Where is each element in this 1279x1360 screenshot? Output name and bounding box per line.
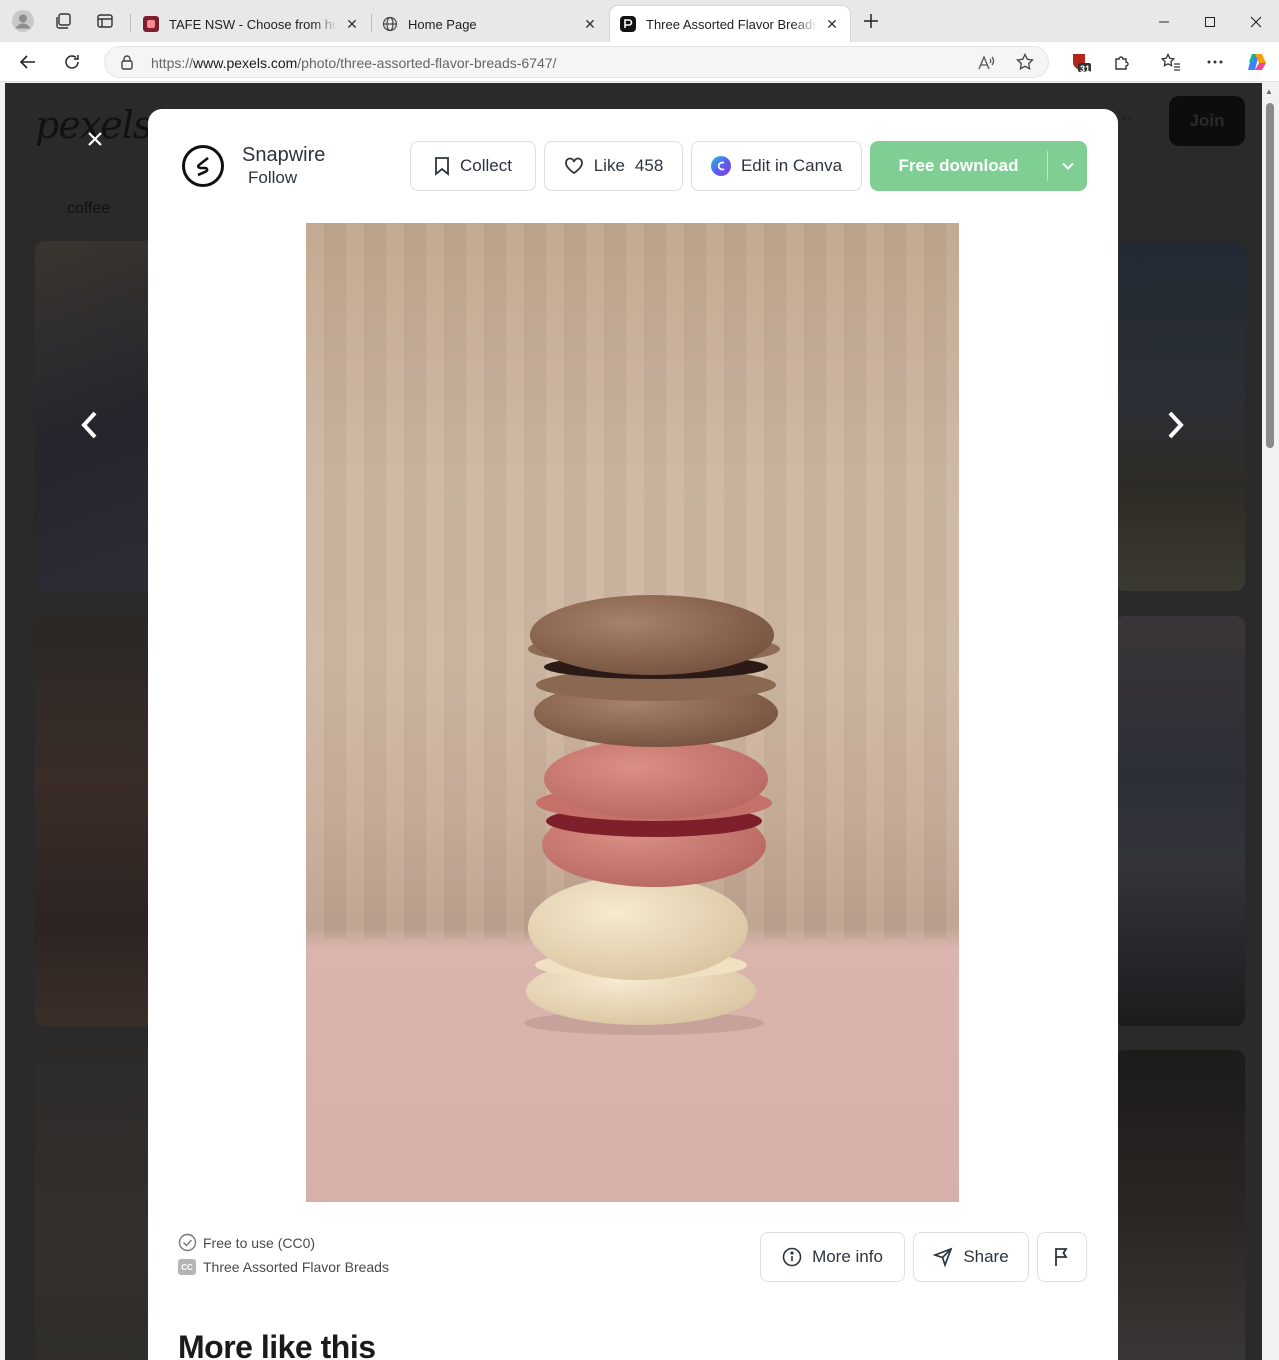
bookmark-icon bbox=[434, 156, 450, 176]
lock-icon[interactable] bbox=[120, 54, 134, 75]
globe-icon bbox=[382, 16, 398, 32]
check-circle-icon bbox=[178, 1233, 197, 1252]
background-photo-card[interactable] bbox=[35, 616, 155, 1026]
background-photo-card[interactable] bbox=[1115, 1050, 1245, 1360]
tab-tafe-nsw[interactable]: TAFE NSW - Choose from hundreds of cours… bbox=[133, 6, 370, 42]
heart-icon bbox=[564, 157, 584, 175]
info-icon bbox=[782, 1247, 802, 1267]
report-button[interactable] bbox=[1037, 1232, 1087, 1282]
more-options-icon[interactable] bbox=[1201, 48, 1229, 76]
workspaces-icon[interactable] bbox=[52, 10, 74, 32]
profile-avatar-icon[interactable] bbox=[12, 10, 34, 32]
share-label: Share bbox=[963, 1247, 1009, 1266]
tafe-favicon-icon bbox=[143, 16, 159, 32]
new-tab-icon[interactable] bbox=[860, 10, 882, 32]
extensions-puzzle-icon[interactable] bbox=[1108, 48, 1136, 76]
collect-label: Collect bbox=[460, 156, 512, 175]
photo-modal: Snapwire Follow Collect Like 458 Edit in… bbox=[148, 109, 1118, 1360]
close-modal-icon[interactable] bbox=[84, 128, 106, 150]
like-label: Like bbox=[593, 156, 625, 175]
browser-toolbar: https://www.pexels.com/photo/three-assor… bbox=[0, 42, 1279, 82]
cc-badge-icon: CC bbox=[178, 1259, 196, 1275]
url-text[interactable]: https://www.pexels.com/photo/three-assor… bbox=[151, 55, 556, 71]
extension-shield-icon[interactable]: 31 bbox=[1066, 48, 1094, 76]
url-domain: www.pexels.com bbox=[193, 55, 298, 71]
photo-title-line: CC Three Assorted Flavor Breads bbox=[178, 1259, 389, 1275]
url-prefix: https:// bbox=[151, 55, 194, 71]
more-like-this-heading: More like this bbox=[178, 1329, 376, 1360]
like-button[interactable]: Like 458 bbox=[544, 141, 683, 191]
macarons-photo[interactable] bbox=[306, 223, 959, 1202]
url-path: /photo/three-assorted-flavor-breads-6747… bbox=[297, 55, 557, 71]
tab-home-page[interactable]: Home Page ✕ bbox=[372, 6, 608, 42]
download-label: Free download bbox=[898, 156, 1019, 175]
scrollbar-thumb[interactable] bbox=[1266, 103, 1274, 448]
free-download-button[interactable]: Free download bbox=[870, 141, 1087, 191]
author-avatar[interactable] bbox=[182, 145, 224, 187]
favorite-star-icon[interactable] bbox=[1016, 52, 1034, 76]
background-photo-card[interactable] bbox=[1115, 616, 1245, 1026]
share-button[interactable]: Share bbox=[913, 1232, 1029, 1282]
page-scrollbar[interactable]: ▲ bbox=[1262, 83, 1279, 1360]
search-chip-coffee[interactable]: coffee bbox=[67, 200, 110, 218]
tab-close-icon[interactable]: ✕ bbox=[582, 16, 598, 33]
extension-badge: 31 bbox=[1080, 64, 1091, 74]
back-arrow-icon[interactable] bbox=[14, 48, 42, 76]
background-photo-card[interactable] bbox=[35, 1050, 155, 1360]
license-info: Free to use (CC0) bbox=[178, 1233, 315, 1252]
canva-logo-icon bbox=[710, 156, 731, 176]
copilot-icon[interactable] bbox=[1243, 48, 1271, 76]
follow-button[interactable]: Follow bbox=[248, 168, 297, 188]
send-icon bbox=[933, 1247, 953, 1267]
refresh-icon[interactable] bbox=[58, 48, 86, 76]
read-aloud-icon[interactable] bbox=[977, 54, 995, 77]
address-bar[interactable]: https://www.pexels.com/photo/three-assor… bbox=[104, 46, 1049, 78]
license-text: Free to use (CC0) bbox=[203, 1234, 316, 1251]
browser-tab-strip: TAFE NSW - Choose from hundreds of cours… bbox=[0, 0, 1279, 42]
minimize-icon[interactable] bbox=[1141, 8, 1187, 36]
scroll-up-arrow-icon[interactable]: ▲ bbox=[1265, 87, 1273, 96]
tab-separator bbox=[130, 14, 131, 32]
photo-title: Three Assorted Flavor Breads bbox=[203, 1259, 389, 1275]
tab-title: Home Page bbox=[408, 16, 477, 32]
previous-photo-icon[interactable] bbox=[71, 405, 107, 445]
author-name[interactable]: Snapwire bbox=[242, 144, 325, 167]
tab-close-icon[interactable]: ✕ bbox=[344, 16, 360, 33]
macarons-illustration bbox=[524, 595, 780, 1035]
tab-title: TAFE NSW - Choose from hundreds of cours… bbox=[169, 16, 338, 32]
more-info-label: More info bbox=[812, 1247, 883, 1266]
canva-label: Edit in Canva bbox=[740, 156, 843, 175]
tab-three-assorted-flavor-breads[interactable]: Three Assorted Flavor Breads · Free Stoc… bbox=[610, 6, 850, 42]
chevron-down-icon[interactable] bbox=[1048, 162, 1087, 170]
favorites-icon[interactable] bbox=[1157, 48, 1185, 76]
tab-title: Three Assorted Flavor Breads · Free Stoc… bbox=[646, 16, 818, 32]
pexels-favicon-icon bbox=[620, 16, 636, 32]
like-count: 458 bbox=[634, 156, 664, 175]
flag-icon bbox=[1053, 1247, 1071, 1267]
close-window-icon[interactable] bbox=[1233, 8, 1279, 36]
collect-button[interactable]: Collect bbox=[410, 141, 536, 191]
tab-close-icon[interactable]: ✕ bbox=[824, 16, 840, 33]
vertical-tabs-icon[interactable] bbox=[94, 10, 116, 32]
more-info-button[interactable]: More info bbox=[760, 1232, 905, 1282]
maximize-icon[interactable] bbox=[1187, 8, 1233, 36]
edit-in-canva-button[interactable]: Edit in Canva bbox=[691, 141, 862, 191]
next-photo-icon[interactable] bbox=[1158, 405, 1194, 445]
join-button[interactable]: Join bbox=[1169, 96, 1245, 146]
